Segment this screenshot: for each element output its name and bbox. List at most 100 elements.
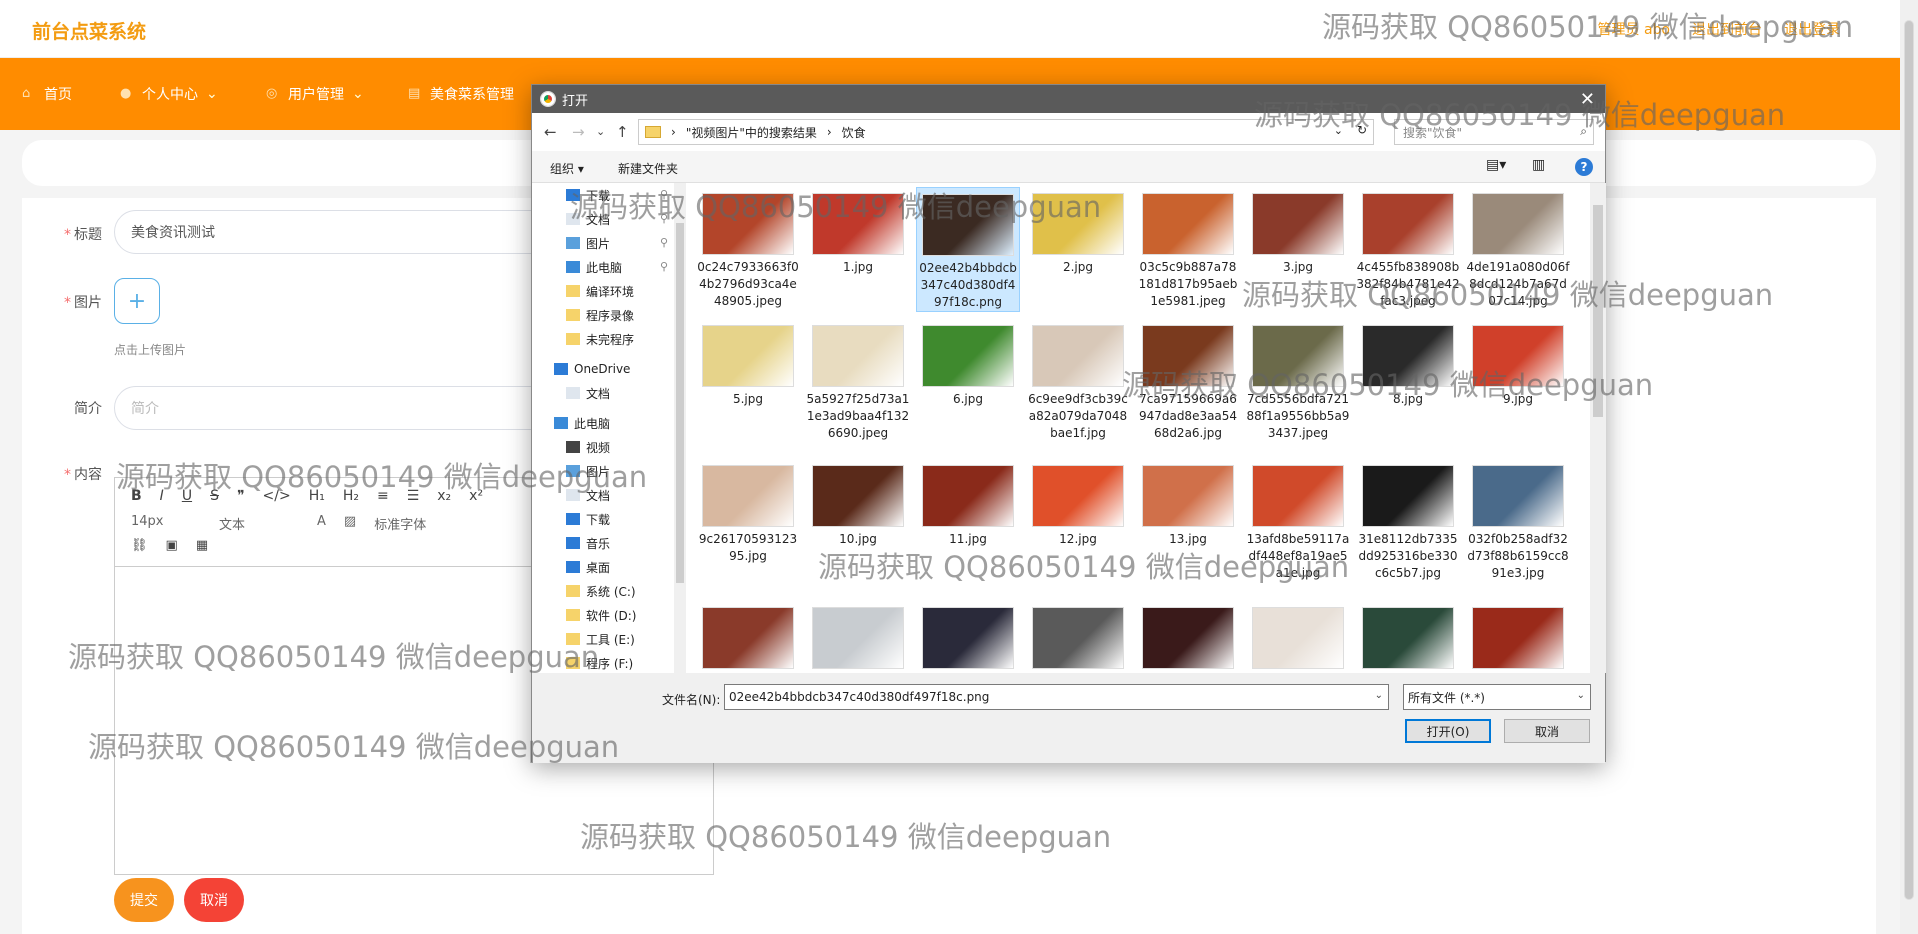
submit-button[interactable]: 提交 [114,878,174,922]
file-item[interactable] [1246,601,1350,673]
nav-food[interactable]: ▤ 美食菜系管理 [408,84,514,104]
tree-item[interactable]: 下载 [566,185,610,205]
file-item[interactable]: 5.jpg [696,319,800,408]
underline-button[interactable]: U [182,488,192,504]
tree-item[interactable]: 程序 (F:) [566,653,633,673]
file-item[interactable] [1466,601,1570,673]
file-item[interactable]: 9c2617059312395.jpg [696,459,800,565]
open-button[interactable]: 打开(O) [1405,719,1491,743]
file-item[interactable]: 5a5927f25d73a11e3ad9baa4f1326690.jpeg [806,319,910,442]
tree-item[interactable]: 图片 [566,233,610,253]
dialog-titlebar[interactable]: 打开 ✕ [532,85,1605,113]
path-segment[interactable]: "视频图片"中的搜索结果 [686,124,817,141]
file-item[interactable]: 4c455fb838908b382f84b4781e42fac3.jpeg [1356,187,1460,310]
file-item[interactable]: 13.jpg [1136,459,1240,548]
new-folder-button[interactable]: 新建文件夹 [618,160,678,177]
file-item[interactable]: 7cd5556bdfa72188f1a9556bb5a93437.jpeg [1246,319,1350,442]
chevron-down-icon[interactable]: ⌄ [1334,124,1343,137]
search-input[interactable]: 搜索"饮食" ⌕ [1394,119,1594,145]
chevron-down-icon[interactable]: ⌄ [1577,690,1585,701]
tree-item[interactable]: 此电脑 [554,413,610,433]
tree-item[interactable]: 下载 [566,509,610,529]
tree-item[interactable]: 图片 [566,461,610,481]
h1-button[interactable]: H₁ [309,488,325,504]
quote-button[interactable]: ❞ [237,488,245,504]
page-scrollbar[interactable] [1900,0,1918,934]
back-icon[interactable]: ← [544,123,557,141]
tree-scrollbar[interactable] [674,183,686,673]
file-item[interactable]: 3.jpg [1246,187,1350,276]
bg-color-icon[interactable]: ▨ [344,514,356,533]
file-item[interactable] [696,601,800,673]
file-item[interactable] [1356,601,1460,673]
file-item[interactable]: 2.jpg [1026,187,1130,276]
chevron-down-icon[interactable]: ⌄ [1375,690,1383,701]
file-item[interactable]: 1.jpg [806,187,910,276]
dialog-cancel-button[interactable]: 取消 [1504,719,1590,743]
tree-item[interactable]: 文档 [566,485,610,505]
tree-item[interactable]: 桌面 [566,557,610,577]
subscript-button[interactable]: x₂ [437,488,451,504]
file-grid-scrollbar[interactable] [1590,183,1606,673]
file-item[interactable] [806,601,910,673]
bullet-list-button[interactable]: ☰ [407,488,420,504]
tree-item[interactable]: 程序录像 [566,305,634,325]
nav-home[interactable]: ⌂ 首页 [22,84,72,104]
file-item[interactable]: 11.jpg [916,459,1020,548]
ordered-list-button[interactable]: ≡ [377,488,389,504]
file-item[interactable]: 8.jpg [1356,319,1460,408]
nav-users[interactable]: ◎ 用户管理 ⌄ [266,84,364,104]
tree-item[interactable]: OneDrive [554,359,630,379]
tree-item[interactable]: 视频 [566,437,610,457]
admin-link[interactable]: 管理员 abo [1598,19,1670,39]
help-icon[interactable]: ? [1575,158,1593,176]
file-item[interactable]: 9.jpg [1466,319,1570,408]
file-item[interactable]: 6.jpg [916,319,1020,408]
refresh-icon[interactable]: ↻ [1357,123,1367,137]
h2-button[interactable]: H₂ [343,488,359,504]
tree-item[interactable]: 未完程序 [566,329,634,349]
tree-item[interactable]: 文档 [566,209,610,229]
file-item[interactable]: 31e8112db7335dd925316be330c6c5b7.jpg [1356,459,1460,582]
file-item[interactable]: 6c9ee9df3cb39ca82a079da7048bae1f.jpg [1026,319,1130,442]
file-item[interactable]: 03c5c9b887a78181d817b95aeb1e5981.jpeg [1136,187,1240,310]
view-options-icon[interactable]: ▤▾ [1486,157,1506,173]
filename-input[interactable]: 02ee42b4bbdcb347c40d380df497f18c.png ⌄ [724,684,1389,710]
file-item[interactable]: 13afd8be59117adf448ef8a19ae5a1e.jpg [1246,459,1350,582]
font-family-select[interactable]: 标准字体 [374,514,426,533]
front-link[interactable]: 退出到前台 [1692,19,1762,39]
tree-item[interactable]: 文档 [566,383,610,403]
strike-button[interactable]: S [210,488,219,504]
tree-item[interactable]: 编译环境 [566,281,634,301]
file-item[interactable]: 02ee42b4bbdcb347c40d380df497f18c.png [916,187,1020,312]
path-segment[interactable]: 饮食 [842,124,866,141]
close-icon[interactable]: ✕ [1580,89,1595,110]
file-item[interactable] [1136,601,1240,673]
link-icon[interactable]: ⛓ [131,538,148,553]
file-item[interactable] [916,601,1020,673]
italic-button[interactable]: I [160,488,164,504]
cancel-button[interactable]: 取消 [184,878,244,922]
bold-button[interactable]: B [131,488,142,504]
file-item[interactable] [1026,601,1130,673]
tree-item[interactable]: 软件 (D:) [566,605,636,625]
image-icon[interactable]: ▣ [166,538,178,553]
file-item[interactable]: 12.jpg [1026,459,1130,548]
file-item[interactable]: 4de191a080d06f8dcd124b7a67d07c14.jpg [1466,187,1570,310]
address-bar[interactable]: › "视频图片"中的搜索结果 › 饮食 ⌄ ↻ [638,119,1374,145]
upload-button[interactable]: + [114,278,160,324]
filetype-select[interactable]: 所有文件 (*.*) ⌄ [1403,684,1591,710]
tree-item[interactable]: 音乐 [566,533,610,553]
tree-item[interactable]: 系统 (C:) [566,581,636,601]
text-style-select[interactable]: 文本 [219,514,299,533]
font-color-icon[interactable]: A [317,514,326,533]
tree-item[interactable]: 此电脑 [566,257,622,277]
logout-link[interactable]: 退出登录 [1784,19,1840,39]
font-size-select[interactable]: 14px [131,514,201,533]
superscript-button[interactable]: x² [469,488,483,504]
video-icon[interactable]: ▦ [196,538,208,553]
file-item[interactable]: 7ca97159669a6947dad8e3aa5468d2a6.jpg [1136,319,1240,442]
organize-button[interactable]: 组织 ▾ [550,160,584,177]
file-item[interactable]: 0c24c7933663f04b2796d93ca4e48905.jpeg [696,187,800,310]
code-button[interactable]: </> [263,488,291,504]
